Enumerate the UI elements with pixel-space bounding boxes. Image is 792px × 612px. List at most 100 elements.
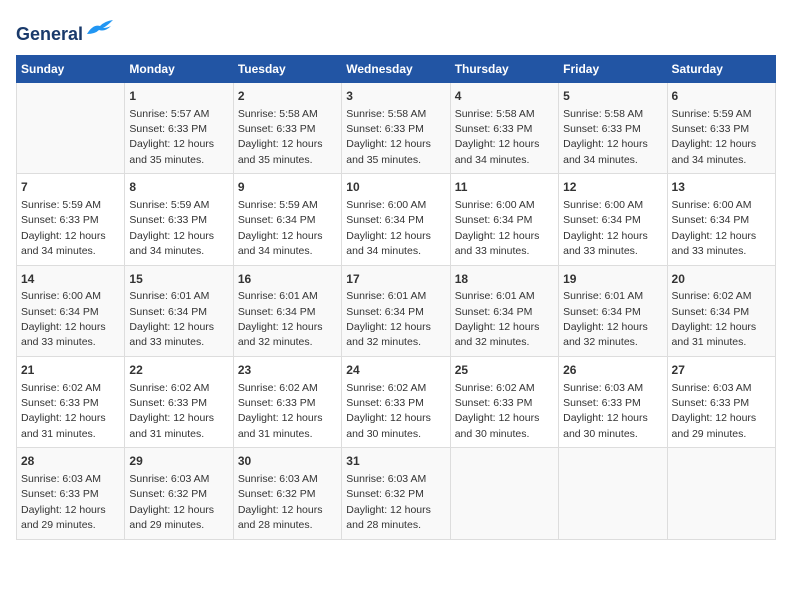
day-number: 5 <box>563 88 662 105</box>
day-number: 6 <box>672 88 771 105</box>
calendar-cell: 5 Sunrise: 5:58 AM Sunset: 6:33 PM Daylig… <box>559 82 667 173</box>
calendar-cell: 28 Sunrise: 6:03 AM Sunset: 6:33 PM Dayli… <box>17 448 125 539</box>
calendar-cell: 6 Sunrise: 5:59 AM Sunset: 6:33 PM Daylig… <box>667 82 775 173</box>
calendar-cell: 25 Sunrise: 6:02 AM Sunset: 6:33 PM Dayli… <box>450 356 558 447</box>
day-number: 11 <box>455 179 554 196</box>
day-info: Sunrise: 6:02 AM Sunset: 6:34 PM Dayligh… <box>672 290 757 348</box>
day-number: 15 <box>129 271 228 288</box>
day-number: 14 <box>21 271 120 288</box>
day-info: Sunrise: 6:03 AM Sunset: 6:33 PM Dayligh… <box>563 382 648 440</box>
day-number: 13 <box>672 179 771 196</box>
day-info: Sunrise: 6:02 AM Sunset: 6:33 PM Dayligh… <box>346 382 431 440</box>
day-info: Sunrise: 6:00 AM Sunset: 6:34 PM Dayligh… <box>455 199 540 257</box>
day-number: 18 <box>455 271 554 288</box>
day-info: Sunrise: 5:58 AM Sunset: 6:33 PM Dayligh… <box>238 108 323 166</box>
day-info: Sunrise: 6:02 AM Sunset: 6:33 PM Dayligh… <box>21 382 106 440</box>
header-sunday: Sunday <box>17 55 125 82</box>
calendar-cell: 2 Sunrise: 5:58 AM Sunset: 6:33 PM Daylig… <box>233 82 341 173</box>
day-number: 9 <box>238 179 337 196</box>
calendar-cell: 22 Sunrise: 6:02 AM Sunset: 6:33 PM Dayli… <box>125 356 233 447</box>
day-info: Sunrise: 5:59 AM Sunset: 6:33 PM Dayligh… <box>672 108 757 166</box>
day-info: Sunrise: 5:59 AM Sunset: 6:33 PM Dayligh… <box>21 199 106 257</box>
calendar-cell <box>450 448 558 539</box>
calendar-cell: 15Sunrise: 6:01 AM Sunset: 6:34 PM Dayli… <box>125 265 233 356</box>
calendar-cell: 18 Sunrise: 6:01 AM Sunset: 6:34 PM Dayli… <box>450 265 558 356</box>
calendar-cell: 3 Sunrise: 5:58 AM Sunset: 6:33 PM Daylig… <box>342 82 450 173</box>
calendar-cell <box>559 448 667 539</box>
day-info: Sunrise: 6:03 AM Sunset: 6:33 PM Dayligh… <box>21 473 106 531</box>
day-number: 30 <box>238 453 337 470</box>
day-info: Sunrise: 6:02 AM Sunset: 6:33 PM Dayligh… <box>455 382 540 440</box>
calendar-body: 1 Sunrise: 5:57 AM Sunset: 6:33 PM Daylig… <box>17 82 776 539</box>
calendar-cell: 26 Sunrise: 6:03 AM Sunset: 6:33 PM Dayli… <box>559 356 667 447</box>
day-info: Sunrise: 6:01 AM Sunset: 6:34 PM Dayligh… <box>563 290 648 348</box>
day-number: 22 <box>129 362 228 379</box>
calendar-cell <box>667 448 775 539</box>
calendar-cell: 8 Sunrise: 5:59 AM Sunset: 6:33 PM Daylig… <box>125 174 233 265</box>
calendar-cell: 24 Sunrise: 6:02 AM Sunset: 6:33 PM Dayli… <box>342 356 450 447</box>
calendar-cell: 30 Sunrise: 6:03 AM Sunset: 6:32 PM Dayli… <box>233 448 341 539</box>
calendar-cell: 19Sunrise: 6:01 AM Sunset: 6:34 PM Dayli… <box>559 265 667 356</box>
day-info: Sunrise: 6:01 AM Sunset: 6:34 PM Dayligh… <box>455 290 540 348</box>
day-info: Sunrise: 5:58 AM Sunset: 6:33 PM Dayligh… <box>455 108 540 166</box>
day-info: Sunrise: 6:03 AM Sunset: 6:33 PM Dayligh… <box>672 382 757 440</box>
calendar-cell: 14 Sunrise: 6:00 AM Sunset: 6:34 PM Dayli… <box>17 265 125 356</box>
day-info: Sunrise: 6:03 AM Sunset: 6:32 PM Dayligh… <box>238 473 323 531</box>
day-info: Sunrise: 6:00 AM Sunset: 6:34 PM Dayligh… <box>21 290 106 348</box>
week-row-5: 28 Sunrise: 6:03 AM Sunset: 6:33 PM Dayli… <box>17 448 776 539</box>
calendar-cell: 20 Sunrise: 6:02 AM Sunset: 6:34 PM Dayli… <box>667 265 775 356</box>
calendar-header: SundayMondayTuesdayWednesdayThursdayFrid… <box>17 55 776 82</box>
header-friday: Friday <box>559 55 667 82</box>
day-number: 23 <box>238 362 337 379</box>
day-info: Sunrise: 6:02 AM Sunset: 6:33 PM Dayligh… <box>238 382 323 440</box>
calendar-cell: 21Sunrise: 6:02 AM Sunset: 6:33 PM Dayli… <box>17 356 125 447</box>
day-info: Sunrise: 6:00 AM Sunset: 6:34 PM Dayligh… <box>563 199 648 257</box>
day-number: 26 <box>563 362 662 379</box>
day-number: 27 <box>672 362 771 379</box>
day-number: 25 <box>455 362 554 379</box>
logo-text: General <box>16 16 115 45</box>
day-number: 8 <box>129 179 228 196</box>
week-row-2: 7 Sunrise: 5:59 AM Sunset: 6:33 PM Daylig… <box>17 174 776 265</box>
day-info: Sunrise: 5:57 AM Sunset: 6:33 PM Dayligh… <box>129 108 214 166</box>
calendar-cell: 1 Sunrise: 5:57 AM Sunset: 6:33 PM Daylig… <box>125 82 233 173</box>
day-number: 17 <box>346 271 445 288</box>
day-number: 12 <box>563 179 662 196</box>
day-info: Sunrise: 5:58 AM Sunset: 6:33 PM Dayligh… <box>563 108 648 166</box>
day-number: 28 <box>21 453 120 470</box>
calendar-cell: 10Sunrise: 6:00 AM Sunset: 6:34 PM Dayli… <box>342 174 450 265</box>
calendar-cell: 23 Sunrise: 6:02 AM Sunset: 6:33 PM Dayli… <box>233 356 341 447</box>
logo-bird-icon <box>85 16 115 40</box>
calendar-cell: 27 Sunrise: 6:03 AM Sunset: 6:33 PM Dayli… <box>667 356 775 447</box>
calendar-cell <box>17 82 125 173</box>
day-number: 20 <box>672 271 771 288</box>
header-saturday: Saturday <box>667 55 775 82</box>
day-number: 31 <box>346 453 445 470</box>
calendar-cell: 16Sunrise: 6:01 AM Sunset: 6:34 PM Dayli… <box>233 265 341 356</box>
day-number: 1 <box>129 88 228 105</box>
page-header: General <box>16 16 776 45</box>
day-info: Sunrise: 5:59 AM Sunset: 6:34 PM Dayligh… <box>238 199 323 257</box>
day-number: 10 <box>346 179 445 196</box>
calendar-cell: 9 Sunrise: 5:59 AM Sunset: 6:34 PM Daylig… <box>233 174 341 265</box>
calendar-cell: 7 Sunrise: 5:59 AM Sunset: 6:33 PM Daylig… <box>17 174 125 265</box>
day-info: Sunrise: 5:59 AM Sunset: 6:33 PM Dayligh… <box>129 199 214 257</box>
calendar-cell: 29 Sunrise: 6:03 AM Sunset: 6:32 PM Dayli… <box>125 448 233 539</box>
day-number: 29 <box>129 453 228 470</box>
day-number: 3 <box>346 88 445 105</box>
day-info: Sunrise: 5:58 AM Sunset: 6:33 PM Dayligh… <box>346 108 431 166</box>
day-number: 24 <box>346 362 445 379</box>
calendar-table: SundayMondayTuesdayWednesdayThursdayFrid… <box>16 55 776 540</box>
calendar-cell: 13 Sunrise: 6:00 AM Sunset: 6:34 PM Dayli… <box>667 174 775 265</box>
day-number: 2 <box>238 88 337 105</box>
day-info: Sunrise: 6:02 AM Sunset: 6:33 PM Dayligh… <box>129 382 214 440</box>
day-number: 7 <box>21 179 120 196</box>
day-info: Sunrise: 6:00 AM Sunset: 6:34 PM Dayligh… <box>672 199 757 257</box>
header-wednesday: Wednesday <box>342 55 450 82</box>
week-row-3: 14 Sunrise: 6:00 AM Sunset: 6:34 PM Dayli… <box>17 265 776 356</box>
day-info: Sunrise: 6:03 AM Sunset: 6:32 PM Dayligh… <box>129 473 214 531</box>
day-info: Sunrise: 6:01 AM Sunset: 6:34 PM Dayligh… <box>238 290 323 348</box>
calendar-cell: 11 Sunrise: 6:00 AM Sunset: 6:34 PM Dayli… <box>450 174 558 265</box>
header-thursday: Thursday <box>450 55 558 82</box>
calendar-cell: 17Sunrise: 6:01 AM Sunset: 6:34 PM Dayli… <box>342 265 450 356</box>
